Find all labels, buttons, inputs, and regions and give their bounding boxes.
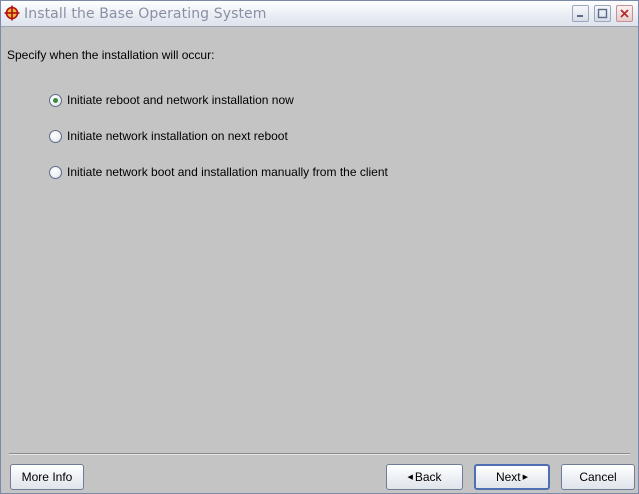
radio-button[interactable] bbox=[49, 165, 62, 179]
radio-button[interactable] bbox=[49, 129, 62, 143]
cancel-label: Cancel bbox=[579, 470, 617, 484]
cancel-button[interactable]: Cancel bbox=[561, 464, 635, 490]
next-button[interactable]: Next ▶ bbox=[474, 464, 550, 490]
minimize-button[interactable] bbox=[572, 5, 589, 22]
minimize-icon bbox=[577, 15, 583, 17]
more-info-button[interactable]: More Info bbox=[10, 464, 84, 490]
back-label: Back bbox=[414, 470, 442, 484]
right-arrow-icon: ▶ bbox=[522, 473, 529, 481]
radio-option-reboot-now[interactable]: Initiate reboot and network installation… bbox=[49, 92, 294, 108]
radio-label[interactable]: Initiate network boot and installation m… bbox=[67, 165, 388, 179]
content-panel: Specify when the installation will occur… bbox=[1, 27, 638, 451]
crosshair-icon bbox=[4, 5, 20, 21]
radio-label[interactable]: Initiate reboot and network installation… bbox=[67, 93, 294, 107]
button-separator bbox=[9, 453, 630, 455]
radio-label[interactable]: Initiate network installation on next re… bbox=[67, 129, 288, 143]
title-bar[interactable]: Install the Base Operating System bbox=[1, 1, 638, 27]
back-button[interactable]: ◀ Back bbox=[386, 464, 463, 490]
next-label: Next bbox=[495, 470, 521, 484]
maximize-icon bbox=[597, 8, 608, 19]
close-icon bbox=[620, 9, 629, 18]
instruction-text: Specify when the installation will occur… bbox=[7, 48, 215, 62]
more-info-label: More Info bbox=[21, 470, 73, 484]
close-button[interactable] bbox=[616, 5, 633, 22]
radio-button[interactable] bbox=[49, 93, 62, 107]
radio-option-next-reboot[interactable]: Initiate network installation on next re… bbox=[49, 128, 288, 144]
installer-window: Install the Base Operating System Specif… bbox=[0, 0, 639, 494]
radio-option-manual-boot[interactable]: Initiate network boot and installation m… bbox=[49, 164, 388, 180]
left-arrow-icon: ◀ bbox=[407, 473, 413, 481]
window-title: Install the Base Operating System bbox=[24, 6, 267, 22]
maximize-button[interactable] bbox=[594, 5, 611, 22]
radio-selected-dot bbox=[53, 97, 58, 103]
